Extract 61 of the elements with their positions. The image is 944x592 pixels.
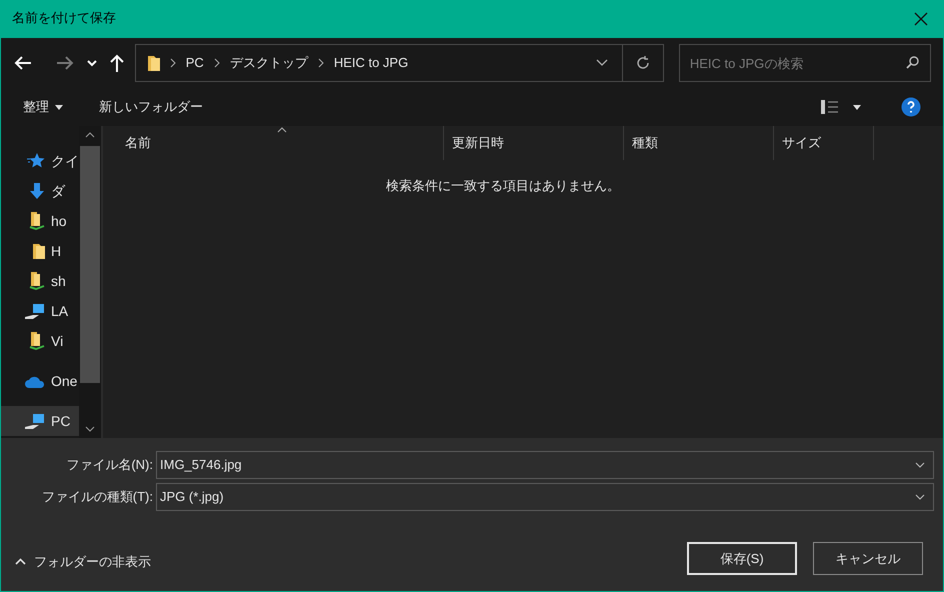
caret-icon (55, 104, 63, 110)
star-icon (27, 153, 45, 169)
new-folder-button[interactable]: 新しいフォルダー (99, 97, 203, 117)
refresh-icon[interactable] (634, 55, 651, 71)
field-label: ファイルの種類(T): (40, 488, 154, 506)
combo-box[interactable]: IMG_5746.jpg (156, 451, 934, 479)
column-header[interactable]: 種類 (632, 133, 658, 153)
sidebar-item[interactable]: クイ (1, 146, 79, 176)
folder-icon (29, 272, 45, 290)
cloud-icon (25, 374, 45, 388)
folder-icon (148, 55, 160, 71)
up-arrow-icon[interactable] (108, 53, 125, 73)
field-label: ファイル名(N): (65, 456, 154, 474)
sort-caret-icon (277, 127, 287, 133)
sidebar-item[interactable]: PC (1, 406, 79, 436)
combo-box[interactable]: JPG (*.jpg) (156, 483, 934, 511)
chevron-down-icon (915, 494, 925, 500)
column-header[interactable]: 更新日時 (452, 133, 504, 153)
dialog-button[interactable]: キャンセル (813, 542, 923, 575)
chevron-right-icon (170, 58, 176, 68)
sidebar-item[interactable]: ダ (1, 176, 79, 206)
help-icon[interactable] (901, 97, 921, 117)
chevron-right-icon (318, 58, 324, 68)
folder-icon (33, 243, 45, 259)
folder-icon (29, 212, 45, 230)
sidebar-item[interactable]: H (1, 236, 79, 266)
empty-message: 検索条件に一致する項目はありません。 (386, 177, 620, 195)
chevron-down-icon[interactable] (596, 59, 608, 67)
chevron-right-icon (214, 58, 220, 68)
column-header[interactable]: サイズ (782, 133, 821, 153)
forward-arrow-icon[interactable] (54, 55, 75, 71)
hide-folders-button[interactable]: フォルダーの非表示 (15, 552, 151, 571)
window-title: 名前を付けて保存 (12, 10, 116, 28)
scrollbar[interactable] (79, 126, 101, 438)
organize-menu-button[interactable]: 整理 (23, 97, 63, 117)
computer-icon (25, 303, 45, 319)
search-icon (906, 56, 919, 69)
chevron-up-icon (15, 558, 26, 565)
computer-icon (25, 413, 45, 429)
back-arrow-icon[interactable] (13, 55, 33, 71)
scroll-up-icon[interactable] (85, 132, 95, 138)
chevron-down-icon (915, 462, 925, 468)
column-header[interactable]: 名前 (125, 133, 151, 153)
sidebar-item[interactable]: sh (1, 266, 79, 296)
scrollbar-thumb[interactable] (80, 146, 100, 383)
sidebar-item[interactable]: One (1, 366, 79, 396)
view-options-icon[interactable] (821, 100, 839, 114)
breadcrumb[interactable]: PC (186, 53, 204, 73)
search-field[interactable]: HEIC to JPGの検索 (678, 44, 931, 82)
breadcrumb[interactable]: HEIC to JPG (334, 53, 408, 73)
dialog-button[interactable]: 保存(S) (687, 542, 797, 575)
breadcrumb[interactable]: デスクトップ (230, 53, 308, 73)
download-arrow-icon (29, 183, 45, 199)
folder-icon (29, 332, 45, 350)
close-icon (914, 12, 928, 26)
sidebar-item[interactable]: Vi (1, 326, 79, 356)
address-bar[interactable]: PC デスクトップ HEIC to JPG (134, 44, 664, 82)
sidebar-item[interactable]: ho (1, 206, 79, 236)
sidebar-item[interactable]: LA (1, 296, 79, 326)
caret-icon[interactable] (853, 104, 861, 110)
scroll-down-icon[interactable] (85, 426, 95, 432)
